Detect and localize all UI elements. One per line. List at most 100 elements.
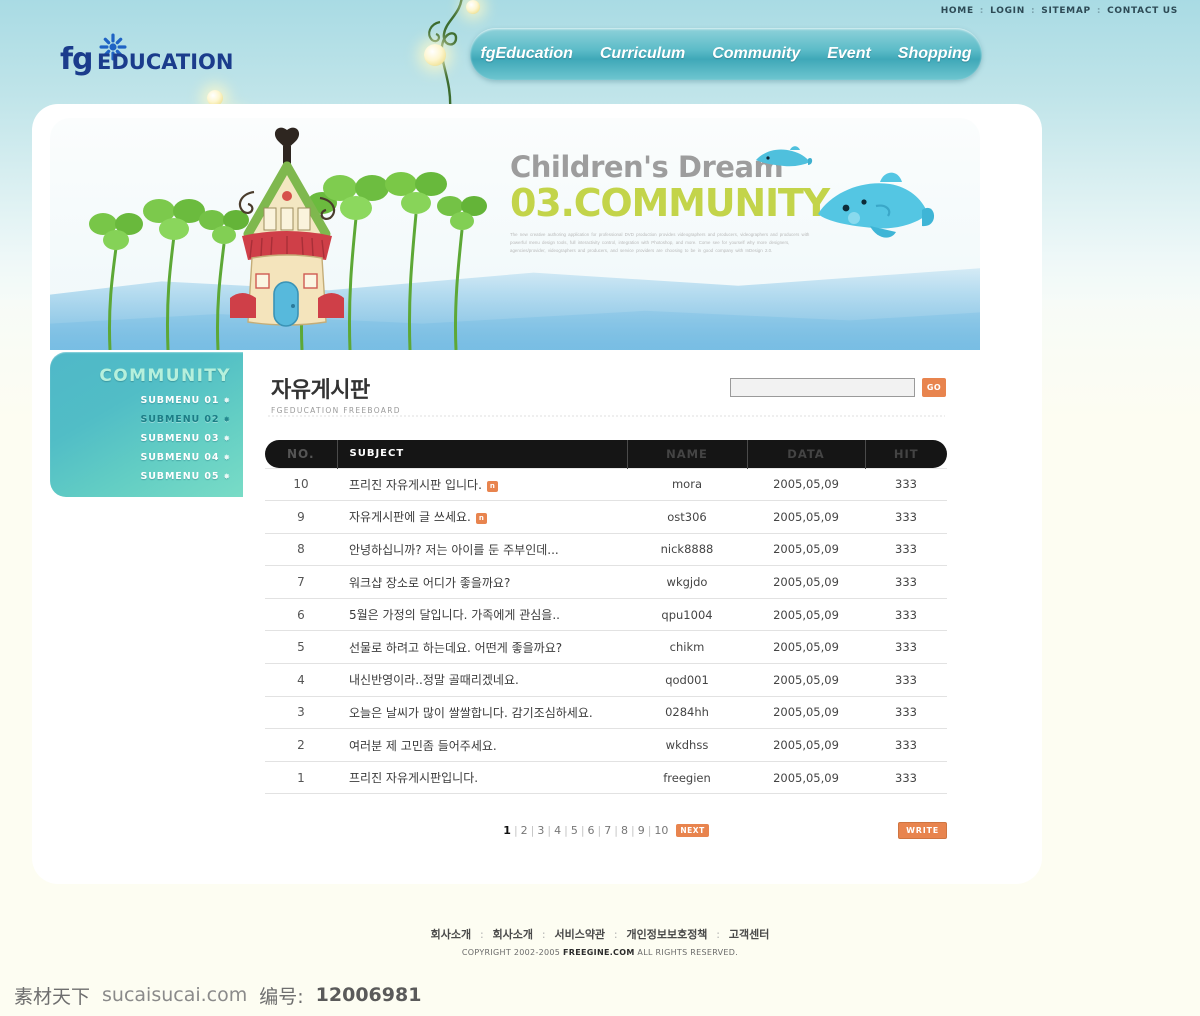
cell-no: 10 xyxy=(265,467,337,502)
table-row[interactable]: 1 프리진 자유게시판입니다. freegien 2005,05,09 333 xyxy=(265,761,947,795)
stock-watermark-bar: 素材天下 sucaisucai.com 编号: 12006981 xyxy=(0,974,1200,1016)
cell-subject[interactable]: 안녕하십니까? 저는 아이를 둔 주부인데... xyxy=(337,533,627,567)
pagination: 1 | 2 | 3 | 4 | 5 | 6 | 7 | 8 | 9 | 10 N… xyxy=(243,824,969,837)
pagination-divider: | xyxy=(630,824,635,837)
watermark-id-label: 编号: xyxy=(259,985,304,1008)
footer-link-terms[interactable]: 서비스약관 xyxy=(554,928,605,941)
utility-nav: HOME : LOGIN : SITEMAP : CONTACT US xyxy=(941,6,1178,16)
subject-link[interactable]: 워크샵 장소로 어디가 좋을까요? xyxy=(349,576,510,590)
subject-link[interactable]: 프리진 자유게시판입니다. xyxy=(349,771,478,785)
sidebar-item-submenu-02[interactable]: SUBMENU 02 ✸ xyxy=(50,414,231,425)
table-row[interactable]: 7 워크샵 장소로 어디가 좋을까요? wkgjdo 2005,05,09 33… xyxy=(265,565,947,599)
lantern-icon xyxy=(466,0,480,14)
subject-link[interactable]: 프리진 자유게시판 입니다. xyxy=(349,478,482,492)
page-4[interactable]: 4 xyxy=(554,824,561,837)
page-title: 자유게시판 xyxy=(271,378,370,403)
subject-link[interactable]: 내신반영이라..정말 골때리겠네요. xyxy=(349,673,519,687)
cell-date: 2005,05,09 xyxy=(747,728,865,762)
sidebar-item-submenu-01[interactable]: SUBMENU 01 ✸ xyxy=(50,395,231,406)
nav-item-shopping[interactable]: Shopping xyxy=(898,45,972,63)
left-sidebar: COMMUNITY SUBMENU 01 ✸ SUBMENU 02 ✸ SUBMEN… xyxy=(50,352,245,497)
column-header-hit: HIT xyxy=(864,440,947,468)
pagination-divider: | xyxy=(530,824,535,837)
cell-subject[interactable]: 프리진 자유게시판 입니다. n xyxy=(337,467,627,502)
cell-name: nick8888 xyxy=(627,533,747,567)
table-row[interactable]: 10 프리진 자유게시판 입니다. n mora 2005,05,09 333 xyxy=(265,467,947,502)
table-row[interactable]: 5 선물로 하려고 하는데요. 어떤게 좋을까요? chikm 2005,05,… xyxy=(265,630,947,665)
topnav-item-contact-us[interactable]: CONTACT US xyxy=(1107,6,1178,16)
cell-date: 2005,05,09 xyxy=(747,500,865,534)
topnav-item-sitemap[interactable]: SITEMAP xyxy=(1041,6,1091,16)
page-6[interactable]: 6 xyxy=(588,824,595,837)
copyright-brand: FREEGINE.COM xyxy=(563,948,635,957)
table-row[interactable]: 8 안녕하십니까? 저는 아이를 둔 주부인데... nick8888 2005… xyxy=(265,533,947,567)
cell-name: 0284hh xyxy=(627,696,747,730)
cell-no: 7 xyxy=(265,565,337,599)
subject-link[interactable]: 안녕하십니까? 저는 아이를 둔 주부인데... xyxy=(349,543,559,557)
subject-link[interactable]: 5월은 가정의 달입니다. 가족에게 관심을.. xyxy=(349,608,560,622)
cell-subject[interactable]: 선물로 하려고 하는데요. 어떤게 좋을까요? xyxy=(337,630,627,665)
page-10[interactable]: 10 xyxy=(654,824,668,837)
subject-link[interactable]: 오늘은 날씨가 많이 쌀쌀합니다. 감기조심하세요. xyxy=(349,706,593,720)
cell-subject[interactable]: 여러분 제 고민좀 들어주세요. xyxy=(337,728,627,762)
topnav-item-login[interactable]: LOGIN xyxy=(990,6,1025,16)
footer-link-company-intro-2[interactable]: 회사소개 xyxy=(493,928,533,941)
write-button[interactable]: WRITE xyxy=(898,822,947,839)
table-row[interactable]: 6 5월은 가정의 달입니다. 가족에게 관심을.. qpu1004 2005,… xyxy=(265,598,947,632)
sidebar-item-submenu-05[interactable]: SUBMENU 05 ✸ xyxy=(50,471,231,482)
nav-item-curriculum[interactable]: Curriculum xyxy=(600,45,685,63)
next-page-button[interactable]: NEXT xyxy=(676,824,709,837)
cell-subject[interactable]: 프리진 자유게시판입니다. xyxy=(337,761,627,795)
table-row[interactable]: 3 오늘은 날씨가 많이 쌀쌀합니다. 감기조심하세요. 0284hh 2005… xyxy=(265,696,947,730)
subject-link[interactable]: 선물로 하려고 하는데요. 어떤게 좋을까요? xyxy=(349,641,562,655)
cell-date: 2005,05,09 xyxy=(747,696,865,730)
cell-subject[interactable]: 워크샵 장소로 어디가 좋을까요? xyxy=(337,565,627,599)
footer-separator: : xyxy=(716,928,720,941)
page-1[interactable]: 1 xyxy=(503,824,511,837)
nav-item-fgeducation[interactable]: fgEducation xyxy=(480,45,572,63)
table-row[interactable]: 2 여러분 제 고민좀 들어주세요. wkdhss 2005,05,09 333 xyxy=(265,728,947,762)
cell-subject[interactable]: 내신반영이라..정말 골때리겠네요. xyxy=(337,663,627,697)
site-footer: 회사소개 : 회사소개 : 서비스약관 : 개인정보보호정책 : 고객센터 CO… xyxy=(0,926,1200,957)
cell-subject[interactable]: 오늘은 날씨가 많이 쌀쌀합니다. 감기조심하세요. xyxy=(337,696,627,730)
table-row[interactable]: 4 내신반영이라..정말 골때리겠네요. qod001 2005,05,09 3… xyxy=(265,663,947,697)
search-go-button[interactable]: GO xyxy=(922,378,946,397)
sidebar-item-label: SUBMENU 02 xyxy=(140,414,220,425)
subject-link[interactable]: 자유게시판에 글 쓰세요. xyxy=(349,510,471,524)
cell-date: 2005,05,09 xyxy=(747,533,865,567)
page-8[interactable]: 8 xyxy=(621,824,628,837)
footer-link-customer-center[interactable]: 고객센터 xyxy=(729,928,769,941)
sidebar-item-label: SUBMENU 03 xyxy=(140,433,220,444)
dolphin-icon xyxy=(756,146,813,167)
page-2[interactable]: 2 xyxy=(521,824,528,837)
nav-item-community[interactable]: Community xyxy=(712,45,800,63)
new-badge: n xyxy=(486,480,498,492)
search-input[interactable] xyxy=(730,378,915,397)
column-header-data: DATA xyxy=(746,440,865,468)
logo-education-text: EDUCATION xyxy=(97,50,234,74)
topnav-item-home[interactable]: HOME xyxy=(941,6,974,16)
cell-hit: 333 xyxy=(865,533,947,567)
cell-date: 2005,05,09 xyxy=(747,467,865,502)
table-body: 10 프리진 자유게시판 입니다. n mora 2005,05,09 333 9… xyxy=(265,467,947,795)
nav-item-event[interactable]: Event xyxy=(827,45,871,63)
page-9[interactable]: 9 xyxy=(638,824,645,837)
table-header-row: NO. SUBJECT NAME DATA HIT xyxy=(265,440,947,468)
site-logo[interactable]: fg EDUCATION xyxy=(60,32,250,80)
cell-name: chikm xyxy=(627,630,747,665)
cell-subject[interactable]: 자유게시판에 글 쓰세요. n xyxy=(337,500,627,534)
asterisk-icon: ✸ xyxy=(223,472,231,481)
logo-fg-text: fg xyxy=(60,42,94,77)
page-5[interactable]: 5 xyxy=(571,824,578,837)
page-3[interactable]: 3 xyxy=(537,824,544,837)
footer-link-privacy[interactable]: 개인정보보호정책 xyxy=(626,928,707,941)
page-banner: Children's Dream 03.COMMUNITY The new cr… xyxy=(50,118,980,350)
cell-subject[interactable]: 5월은 가정의 달입니다. 가족에게 관심을.. xyxy=(337,598,627,632)
subject-link[interactable]: 여러분 제 고민좀 들어주세요. xyxy=(349,739,497,753)
footer-link-company-intro[interactable]: 회사소개 xyxy=(431,928,471,941)
table-row[interactable]: 9 자유게시판에 글 쓰세요. n ost306 2005,05,09 333 xyxy=(265,500,947,534)
sidebar-item-submenu-03[interactable]: SUBMENU 03 ✸ xyxy=(50,433,231,444)
cell-hit: 333 xyxy=(865,761,947,795)
sidebar-item-submenu-04[interactable]: SUBMENU 04 ✸ xyxy=(50,452,231,463)
page-7[interactable]: 7 xyxy=(604,824,611,837)
